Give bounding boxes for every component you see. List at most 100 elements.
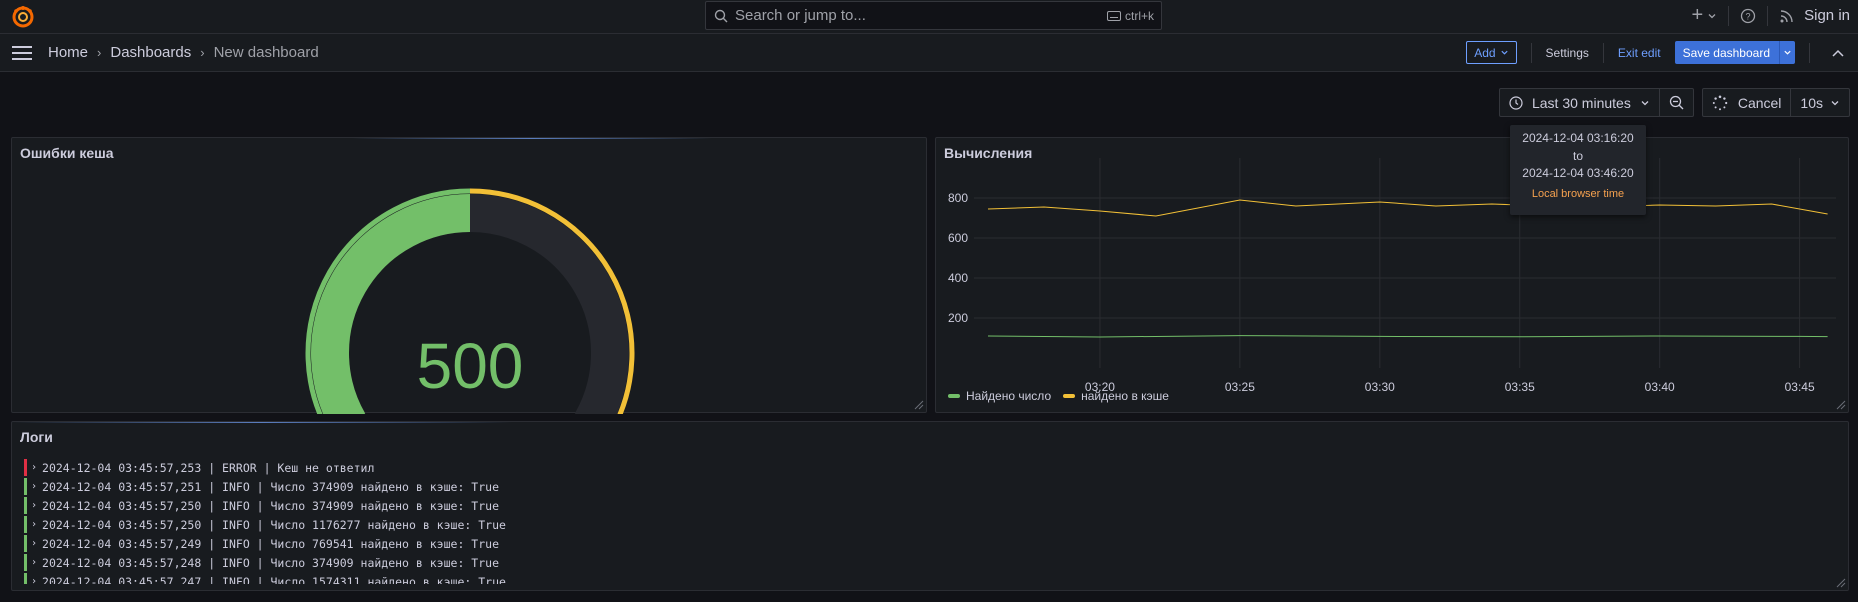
expand-chevron-icon[interactable]: › <box>31 481 37 492</box>
x-tick-label: 03:35 <box>1505 380 1535 394</box>
log-row[interactable]: › 2024-12-04 03:45:57,251 | INFO | Число … <box>24 477 1838 496</box>
log-row[interactable]: › 2024-12-04 03:45:57,249 | INFO | Число … <box>24 534 1838 553</box>
clock-icon <box>1509 95 1523 110</box>
timeseries-panel[interactable]: Вычисления 800 600 400 200 03:20 03:25 03:30 0… <box>935 137 1849 413</box>
save-options-dropdown[interactable] <box>1779 41 1795 64</box>
series-line-1 <box>987 199 1828 217</box>
gauge-value: 500 <box>417 330 524 402</box>
log-message: 2024-12-04 03:45:57,248 | INFO | Число 3… <box>42 555 499 570</box>
save-dashboard-button[interactable]: Save dashboard <box>1674 41 1795 64</box>
log-row[interactable]: › 2024-12-04 03:45:57,250 | INFO | Число … <box>24 496 1838 515</box>
dashboard-toolbar: Add Settings Exit edit Save dashboard <box>1466 41 1844 64</box>
dashboard-nav-bar: Home › Dashboards › New dashboard Add Se… <box>0 34 1858 72</box>
log-message: 2024-12-04 03:45:57,250 | INFO | Число 1… <box>42 517 506 532</box>
resize-handle-icon[interactable] <box>1836 578 1846 588</box>
legend-swatch <box>1063 394 1076 398</box>
time-range-picker[interactable]: Last 30 minutes <box>1500 89 1659 116</box>
legend-label: Найдено число <box>966 389 1052 403</box>
log-level-indicator <box>24 497 27 514</box>
x-tick-label: 03:45 <box>1785 380 1815 394</box>
cancel-refresh-button[interactable]: Cancel <box>1703 89 1791 116</box>
log-message: 2024-12-04 03:45:57,249 | INFO | Число 7… <box>42 536 499 551</box>
legend-item-found-number[interactable]: Найдено число <box>948 389 1051 403</box>
menu-icon[interactable] <box>12 46 32 60</box>
log-row[interactable]: › 2024-12-04 03:45:57,253 | ERROR | Кеш н… <box>24 458 1838 477</box>
expand-chevron-icon[interactable]: › <box>31 500 37 511</box>
y-tick-label: 400 <box>948 271 968 285</box>
breadcrumb-separator: › <box>97 45 102 60</box>
divider <box>1809 42 1810 63</box>
chevron-up-icon[interactable] <box>1832 49 1844 57</box>
log-message: 2024-12-04 03:45:57,253 | ERROR | Кеш не… <box>42 460 375 475</box>
chevron-down-icon <box>1784 50 1791 55</box>
expand-chevron-icon[interactable]: › <box>31 462 37 473</box>
spinner-icon <box>1712 95 1728 110</box>
expand-chevron-icon[interactable]: › <box>31 557 37 568</box>
chart-series <box>987 199 1828 338</box>
time-range-tooltip: 2024-12-04 03:16:20 to 2024-12-04 03:46:… <box>1510 125 1646 215</box>
divider <box>1728 5 1730 26</box>
time-controls: Last 30 minutes Cancel 10s <box>1498 88 1850 117</box>
series-line-0 <box>987 335 1828 338</box>
log-row[interactable]: › 2024-12-04 03:45:57,250 | INFO | Число … <box>24 515 1838 534</box>
log-level-indicator <box>24 459 27 476</box>
legend-label: найдено в кэше <box>1081 389 1169 403</box>
log-level-indicator <box>24 573 27 584</box>
breadcrumb-home[interactable]: Home <box>48 44 88 61</box>
rss-icon[interactable] <box>1779 8 1795 24</box>
zoom-out-button[interactable] <box>1658 89 1693 116</box>
add-button[interactable]: Add <box>1466 41 1517 64</box>
log-list[interactable]: › 2024-12-04 03:45:57,253 | ERROR | Кеш н… <box>24 458 1838 584</box>
log-level-indicator <box>24 478 27 495</box>
refresh-interval-picker[interactable]: 10s <box>1790 89 1849 116</box>
tooltip-from: 2024-12-04 03:16:20 <box>1522 131 1634 145</box>
tooltip-note: Local browser time <box>1531 187 1625 200</box>
breadcrumb-dashboards[interactable]: Dashboards <box>110 44 191 61</box>
settings-button[interactable]: Settings <box>1546 46 1589 60</box>
tooltip-to: 2024-12-04 03:46:20 <box>1522 166 1634 180</box>
divider <box>1602 42 1604 63</box>
y-tick-label: 800 <box>948 191 968 205</box>
x-tick-label: 03:30 <box>1365 380 1395 394</box>
legend-item-found-in-cache[interactable]: найдено в кэше <box>1063 389 1169 403</box>
search-input[interactable]: Search or jump to... ctrl+k <box>705 1 1162 30</box>
resize-handle-icon[interactable] <box>914 400 924 410</box>
add-button-label: Add <box>1474 45 1496 60</box>
plus-icon: + <box>1691 4 1704 26</box>
grafana-logo-icon[interactable] <box>11 5 35 29</box>
search-shortcut-label: ctrl+k <box>1124 9 1154 23</box>
log-row[interactable]: › 2024-12-04 03:45:57,248 | INFO | Число … <box>24 553 1838 572</box>
log-level-indicator <box>24 516 27 533</box>
exit-edit-button[interactable]: Exit edit <box>1618 46 1661 60</box>
search-icon <box>714 9 728 22</box>
refresh-interval-label: 10s <box>1800 94 1823 111</box>
divider <box>1530 42 1532 63</box>
cancel-label: Cancel <box>1737 94 1782 111</box>
top-right-actions: + ? Sign in <box>1691 0 1850 31</box>
divider <box>1767 5 1769 26</box>
logs-panel[interactable]: Логи › 2024-12-04 03:45:57,253 | ERROR | … <box>11 421 1849 591</box>
expand-chevron-icon[interactable]: › <box>31 519 37 530</box>
top-bar: Search or jump to... ctrl+k + ? Sign in <box>0 0 1858 34</box>
expand-chevron-icon[interactable]: › <box>31 576 37 584</box>
chart-legend: Найдено число найдено в кэше <box>948 389 1169 403</box>
y-tick-label: 200 <box>948 311 968 325</box>
panel-loading-bar <box>12 422 512 423</box>
breadcrumb-separator: › <box>200 45 205 60</box>
gauge-panel[interactable]: Ошибки кеша 500 <box>11 137 927 414</box>
resize-handle-icon[interactable] <box>1836 400 1846 410</box>
sign-in-link[interactable]: Sign in <box>1804 7 1850 24</box>
legend-swatch <box>948 394 960 398</box>
log-level-indicator <box>24 554 27 571</box>
log-row[interactable]: › 2024-12-04 03:45:57,247 | INFO | Число … <box>24 572 1838 584</box>
tooltip-to-label: to <box>1572 148 1583 163</box>
y-axis-ticks: 800 600 400 200 <box>948 191 968 325</box>
new-button[interactable]: + <box>1691 4 1717 27</box>
help-icon[interactable]: ? <box>1740 8 1756 24</box>
save-dashboard-label: Save dashboard <box>1682 45 1770 60</box>
keyboard-icon <box>1106 11 1121 21</box>
svg-text:?: ? <box>1746 11 1751 21</box>
time-picker-group: Last 30 minutes <box>1498 88 1694 117</box>
log-message: 2024-12-04 03:45:57,250 | INFO | Число 3… <box>42 498 499 513</box>
expand-chevron-icon[interactable]: › <box>31 538 37 549</box>
